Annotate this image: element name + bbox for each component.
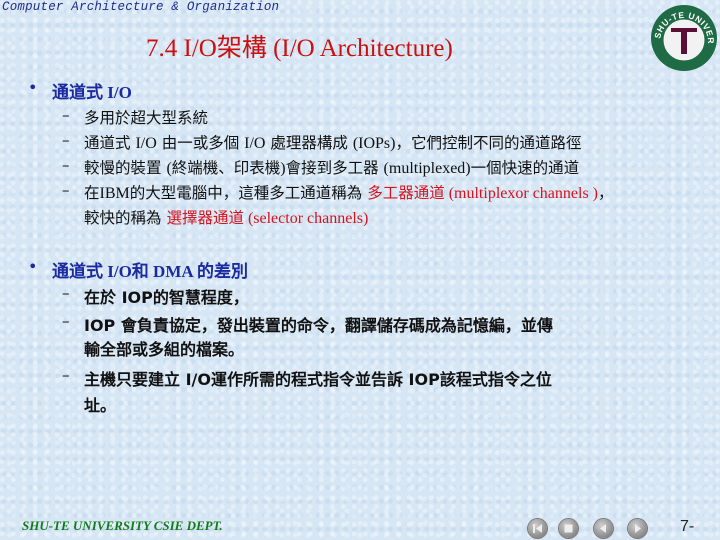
text-run: IBM xyxy=(99,185,130,202)
text-run: 較慢的裝置 xyxy=(84,159,167,177)
stop-icon xyxy=(564,524,573,533)
text-run: 由一或多個 xyxy=(156,134,245,152)
section-heading: 通道式 I/O和 DMA 的差別 xyxy=(52,262,248,281)
text-run: 選擇器通道 xyxy=(166,209,244,227)
dash-bullet-icon: – xyxy=(62,312,70,330)
list-item: 通道式 I/O 由一或多個 I/O 處理器構成 (IOPs)，它們控制不同的通道… xyxy=(84,131,582,153)
text-run: 多工器通道 xyxy=(367,184,445,202)
text-run: 多用於超大型系統 xyxy=(84,109,209,127)
text-run: IOP 會負責協定，發出裝置的命令，翻譯儲存碼成為記憶編，並傳 xyxy=(84,316,553,335)
text-run: I/O xyxy=(135,135,157,152)
list-item-continuation: 輸全部或多組的檔案。 xyxy=(84,336,244,360)
text-run: (multiplexed) xyxy=(383,160,471,177)
dash-bullet-icon: – xyxy=(62,366,70,384)
dash-bullet-icon: – xyxy=(62,284,70,302)
text-run: 通道式 xyxy=(84,134,136,152)
text-run: 主機只要建立 I/O運作所需的程式指令並告訴 IOP該程式指令之位 xyxy=(84,370,552,389)
list-item: 主機只要建立 I/O運作所需的程式指令並告訴 IOP該程式指令之位 xyxy=(84,366,552,390)
text-run: ，它們控制不同的通道路徑 xyxy=(395,134,582,152)
text-run: 在於 IOP的智慧程度， xyxy=(84,288,249,307)
skip-back-icon xyxy=(533,524,542,533)
section-heading: 通道式 I/O xyxy=(52,83,132,102)
dash-bullet-icon: – xyxy=(62,106,70,124)
text-run: 在 xyxy=(84,184,100,202)
next-slide-button[interactable] xyxy=(628,519,647,538)
text-run: 終端機、印表機 xyxy=(171,159,281,177)
text-run: (selector channels) xyxy=(243,210,369,227)
bullet-icon: • xyxy=(28,78,38,97)
course-header: Computer Architecture & Organization xyxy=(2,0,280,14)
arrow-left-icon xyxy=(600,524,606,533)
text-run: (IOPs) xyxy=(352,135,396,152)
list-item: IOP 會負責協定，發出裝置的命令，翻譯儲存碼成為記憶編，並傳 xyxy=(84,312,553,336)
text-run: 處理器構成 xyxy=(265,134,353,152)
list-item: 較慢的裝置 (終端機、印表機)會接到多工器 (multiplexed)一個快速的… xyxy=(84,156,579,178)
arrow-right-icon xyxy=(635,524,641,533)
text-run: 較快的稱為 xyxy=(84,209,167,227)
page-number: 7- xyxy=(680,518,695,535)
text-run: (multiplexor channels ) xyxy=(444,185,598,202)
text-run: 的大型電腦中，這種多工通道稱為 xyxy=(129,184,368,202)
list-item: 在於 IOP的智慧程度， xyxy=(84,284,249,308)
text-run: 輸全部或多組的檔案。 xyxy=(84,340,245,359)
dash-bullet-icon: – xyxy=(62,181,70,199)
list-item-continuation: 址。 xyxy=(84,392,116,416)
text-run: ， xyxy=(598,184,614,202)
bullet-icon: • xyxy=(28,257,38,276)
dash-bullet-icon: – xyxy=(62,156,70,174)
previous-slide-button[interactable] xyxy=(594,519,613,538)
list-item-continuation: 較快的稱為 選擇器通道 (selector channels) xyxy=(84,206,368,228)
end-show-button[interactable] xyxy=(559,519,578,538)
text-run: 址。 xyxy=(84,396,117,415)
slide-title: 7.4 I/O架構 (I/O Architecture) xyxy=(146,35,453,62)
university-logo-icon: SHU-TE UNIVERSITY xyxy=(650,4,717,71)
text-run: 一個快速的通道 xyxy=(470,159,580,177)
list-item: 在IBM的大型電腦中，這種多工通道稱為 多工器通道 (multiplexor c… xyxy=(84,181,614,203)
dash-bullet-icon: – xyxy=(62,131,70,149)
text-run: 會接到多工器 xyxy=(285,159,384,177)
footer-text: SHU-TE UNIVERSITY CSIE DEPT. xyxy=(22,518,223,533)
text-run: I/O xyxy=(244,135,266,152)
list-item: 多用於超大型系統 xyxy=(84,106,208,128)
first-slide-button[interactable] xyxy=(528,519,547,538)
